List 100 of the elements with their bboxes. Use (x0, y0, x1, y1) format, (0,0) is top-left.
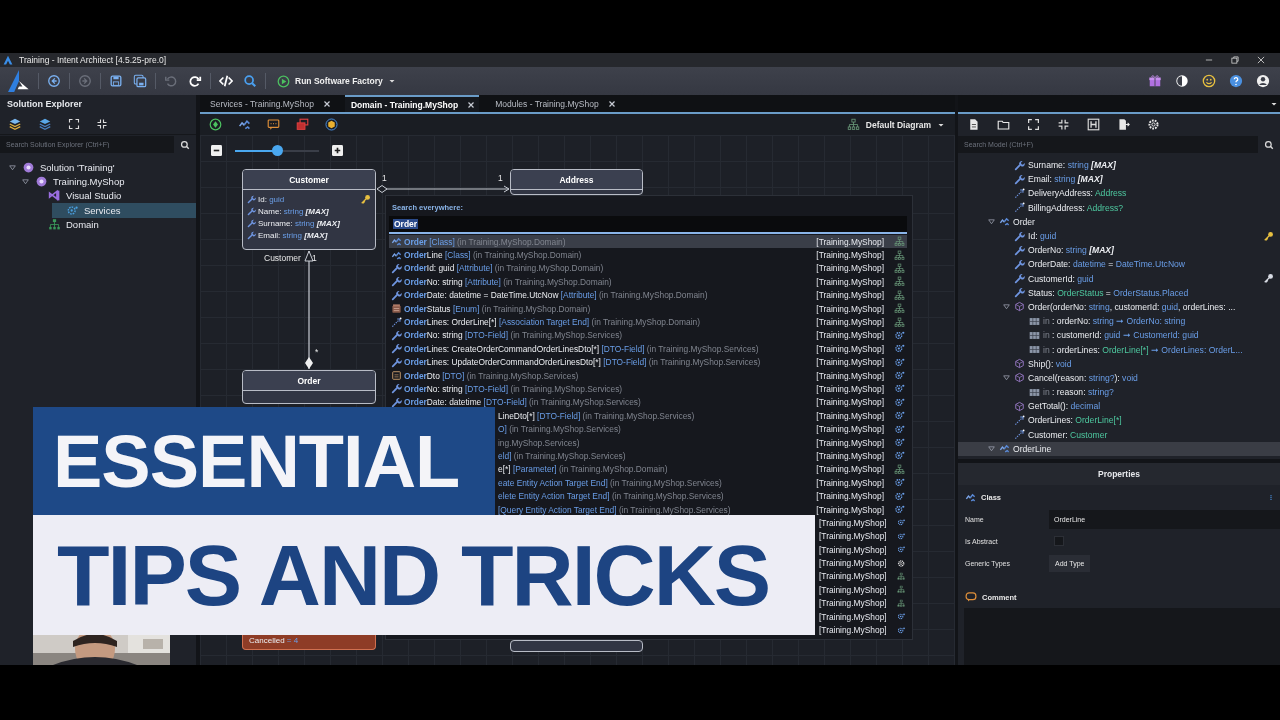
search-result[interactable]: e[*] [Parameter] (in Training.MyShop.Domain) [Training.MyShop] (496, 462, 907, 477)
search-result[interactable]: OrderStatus [Enum] (in Training.MyShop.Domain) [Training.MyShop] (389, 301, 907, 316)
tree-item[interactable]: OrderDate: datetime = DateTime.UtcNow (958, 257, 1280, 272)
tree-item[interactable]: Solution 'Training' (0, 160, 196, 175)
search-result[interactable]: elete Entity Action Target End] (in Training.MyShop.Services) [Training.MyShop] (496, 489, 907, 503)
layers-icon[interactable] (8, 117, 22, 131)
settings-icon[interactable] (1147, 118, 1160, 131)
close-icon[interactable] (607, 99, 616, 108)
expander-icon[interactable] (21, 177, 30, 187)
tree-item[interactable]: Order(orderNo: string, customerId: guid, orderLines: ... (958, 299, 1280, 315)
save-all-icon[interactable] (133, 74, 147, 88)
gift-icon[interactable] (1148, 74, 1162, 88)
search-result[interactable]: OrderDto [DTO] (in Training.MyShop.Services) [Training.MyShop] (389, 368, 907, 383)
class-box[interactable] (510, 640, 643, 652)
search-result[interactable]: OrderLines: OrderLine[*] [Association Target End] (in Training.MyShop.Domain) [Training.MyShop] (389, 315, 907, 329)
tree-item[interactable]: Surname: string [MAX] (958, 158, 1280, 173)
package-icon[interactable] (325, 118, 338, 131)
search-result[interactable]: [Training.MyShop] (817, 516, 907, 530)
search-result[interactable]: OrderLines: CreateOrderCommandOrderLinesDto[*] [DTO-Field] (in Training.MyShop.Services) [Training.MyShop] (389, 342, 907, 356)
account-icon[interactable] (1256, 74, 1270, 88)
tree-item[interactable]: Ship(): void (958, 356, 1280, 371)
expand-icon[interactable] (68, 118, 80, 130)
new-file-icon[interactable] (967, 118, 980, 131)
search-result[interactable]: LineDto[*] [DTO-Field] (in Training.MyShop.Services) [Training.MyShop] (496, 409, 907, 423)
search-result[interactable]: [Training.MyShop] (817, 609, 907, 624)
search-result[interactable]: OrderLine [Class] (in Training.MyShop.Domain) [Training.MyShop] (389, 248, 907, 262)
tree-item[interactable]: in : orderNo: string ➞ OrderNo: string (958, 314, 1280, 329)
search-result[interactable]: [Query Entity Action Target End] (in Training.MyShop.Services) [Training.MyShop] (496, 502, 907, 517)
comment-field[interactable] (964, 608, 1280, 665)
zoom-out-button[interactable] (211, 145, 222, 156)
tree-item[interactable]: OrderLines: OrderLine[*] (958, 413, 1280, 428)
class-box[interactable]: Order (242, 370, 376, 404)
smiley-icon[interactable] (1202, 74, 1216, 88)
search-result[interactable]: eate Entity Action Target End] (in Training.MyShop.Services) [Training.MyShop] (496, 476, 907, 490)
tree-item[interactable]: Id: guid (958, 228, 1280, 244)
zoom-in-button[interactable] (332, 145, 343, 156)
search-result[interactable]: OrderLines: UpdateOrderCommandOrderLinesDto[*] [DTO-Field] (in Training.MyShop.Services) [Training.MyShop] (389, 355, 907, 369)
back-icon[interactable] (47, 74, 61, 88)
layers-icon[interactable] (38, 117, 52, 131)
diagram-dropdown[interactable]: Default Diagram (846, 118, 945, 131)
diagram-icon[interactable] (1087, 118, 1100, 131)
search-result[interactable]: [Training.MyShop] (817, 569, 907, 584)
close-icon[interactable] (467, 100, 476, 109)
tree-item[interactable]: in : reason: string? (958, 385, 1280, 400)
tree-item[interactable]: OrderNo: string [MAX] (958, 243, 1280, 258)
close-icon[interactable] (1256, 55, 1266, 65)
maximize-icon[interactable] (1230, 55, 1240, 65)
search-field[interactable]: Order (389, 216, 907, 234)
search-result[interactable]: OrderNo: string [Attribute] (in Training.MyShop.Domain) [Training.MyShop] (389, 275, 907, 289)
tree-item[interactable]: Status: OrderStatus = OrderStatus.Placed (958, 285, 1280, 300)
collapse-icon[interactable] (96, 118, 108, 130)
tree-item[interactable]: DeliveryAddress: Address (958, 186, 1280, 201)
tree-item[interactable]: OrderLine (958, 441, 1280, 456)
export-icon[interactable] (1117, 118, 1130, 131)
tree-item[interactable]: Training.MyShop (0, 174, 196, 189)
search-result[interactable]: [Training.MyShop] (817, 583, 907, 597)
tree-item[interactable]: Order (958, 214, 1280, 229)
redo-icon[interactable] (188, 74, 202, 88)
search-result[interactable]: ing.MyShop.Services) [Training.MyShop] (496, 435, 907, 450)
folder-icon[interactable] (997, 118, 1010, 131)
expand-icon[interactable] (1027, 118, 1040, 131)
tree-item[interactable]: in : customerId: guid ➞ CustomerId: guid (958, 328, 1280, 343)
tree-item[interactable]: in : orderLines: OrderLine[*] ➞ OrderLines: OrderL... (958, 342, 1280, 357)
search-result[interactable]: [Training.MyShop] (817, 556, 907, 570)
expander-icon[interactable] (987, 444, 996, 454)
search-result[interactable]: [Training.MyShop] (817, 543, 907, 557)
search-result[interactable]: OrderNo: string [DTO-Field] (in Training.MyShop.Services) [Training.MyShop] (389, 328, 907, 343)
code-icon[interactable] (219, 74, 233, 88)
enum-box[interactable]: Cancelled = 4 (242, 635, 376, 650)
expander-icon[interactable] (8, 162, 17, 172)
class-box[interactable]: Customer Id: guid Name: string [MAX] Surname: string [MAX] Email: string [MAX] (242, 169, 376, 250)
stack-icon[interactable] (296, 118, 309, 131)
target-icon[interactable] (209, 118, 222, 131)
search-result[interactable]: OrderId: guid [Attribute] (in Training.MyShop.Domain) [Training.MyShop] (389, 261, 907, 276)
expander-icon[interactable] (1002, 302, 1011, 312)
search-result[interactable]: [Training.MyShop] (817, 623, 907, 637)
tree-item[interactable]: GetTotal(): decimal (958, 399, 1280, 414)
checkbox[interactable] (1054, 536, 1064, 546)
collapse-icon[interactable] (1057, 118, 1070, 131)
tree-item[interactable]: Customer: Customer (958, 427, 1280, 442)
tree-item[interactable]: CustomerId: guid (958, 271, 1280, 286)
tab[interactable]: Services - Training.MyShop (204, 95, 335, 112)
search-result[interactable]: [Training.MyShop] (817, 529, 907, 543)
help-icon[interactable] (1229, 74, 1243, 88)
class-box[interactable]: Address (510, 169, 643, 195)
search-result[interactable]: OrderNo: string [DTO-Field] (in Training.MyShop.Services) [Training.MyShop] (389, 382, 907, 396)
close-icon[interactable] (322, 99, 331, 108)
comment-icon[interactable] (267, 118, 280, 131)
search-result[interactable]: O] (in Training.MyShop.Services) [Training.MyShop] (496, 422, 907, 436)
search-result[interactable]: OrderDate: datetime [DTO-Field] (in Training.MyShop.Services) [Training.MyShop] (389, 395, 907, 410)
save-icon[interactable] (109, 74, 123, 88)
contrast-icon[interactable] (1175, 74, 1189, 88)
tab[interactable]: Modules - Training.MyShop (489, 95, 620, 112)
tree-item[interactable]: Cancel(reason: string?): void (958, 370, 1280, 385)
tree-item[interactable]: Domain (0, 217, 196, 232)
slider-thumb[interactable] (272, 144, 283, 156)
tree-item[interactable]: Visual Studio (0, 188, 196, 204)
search-icon[interactable] (243, 74, 257, 88)
tree-item[interactable]: Email: string [MAX] (958, 172, 1280, 187)
search-result[interactable]: eld] (in Training.MyShop.Services) [Training.MyShop] (496, 449, 907, 463)
